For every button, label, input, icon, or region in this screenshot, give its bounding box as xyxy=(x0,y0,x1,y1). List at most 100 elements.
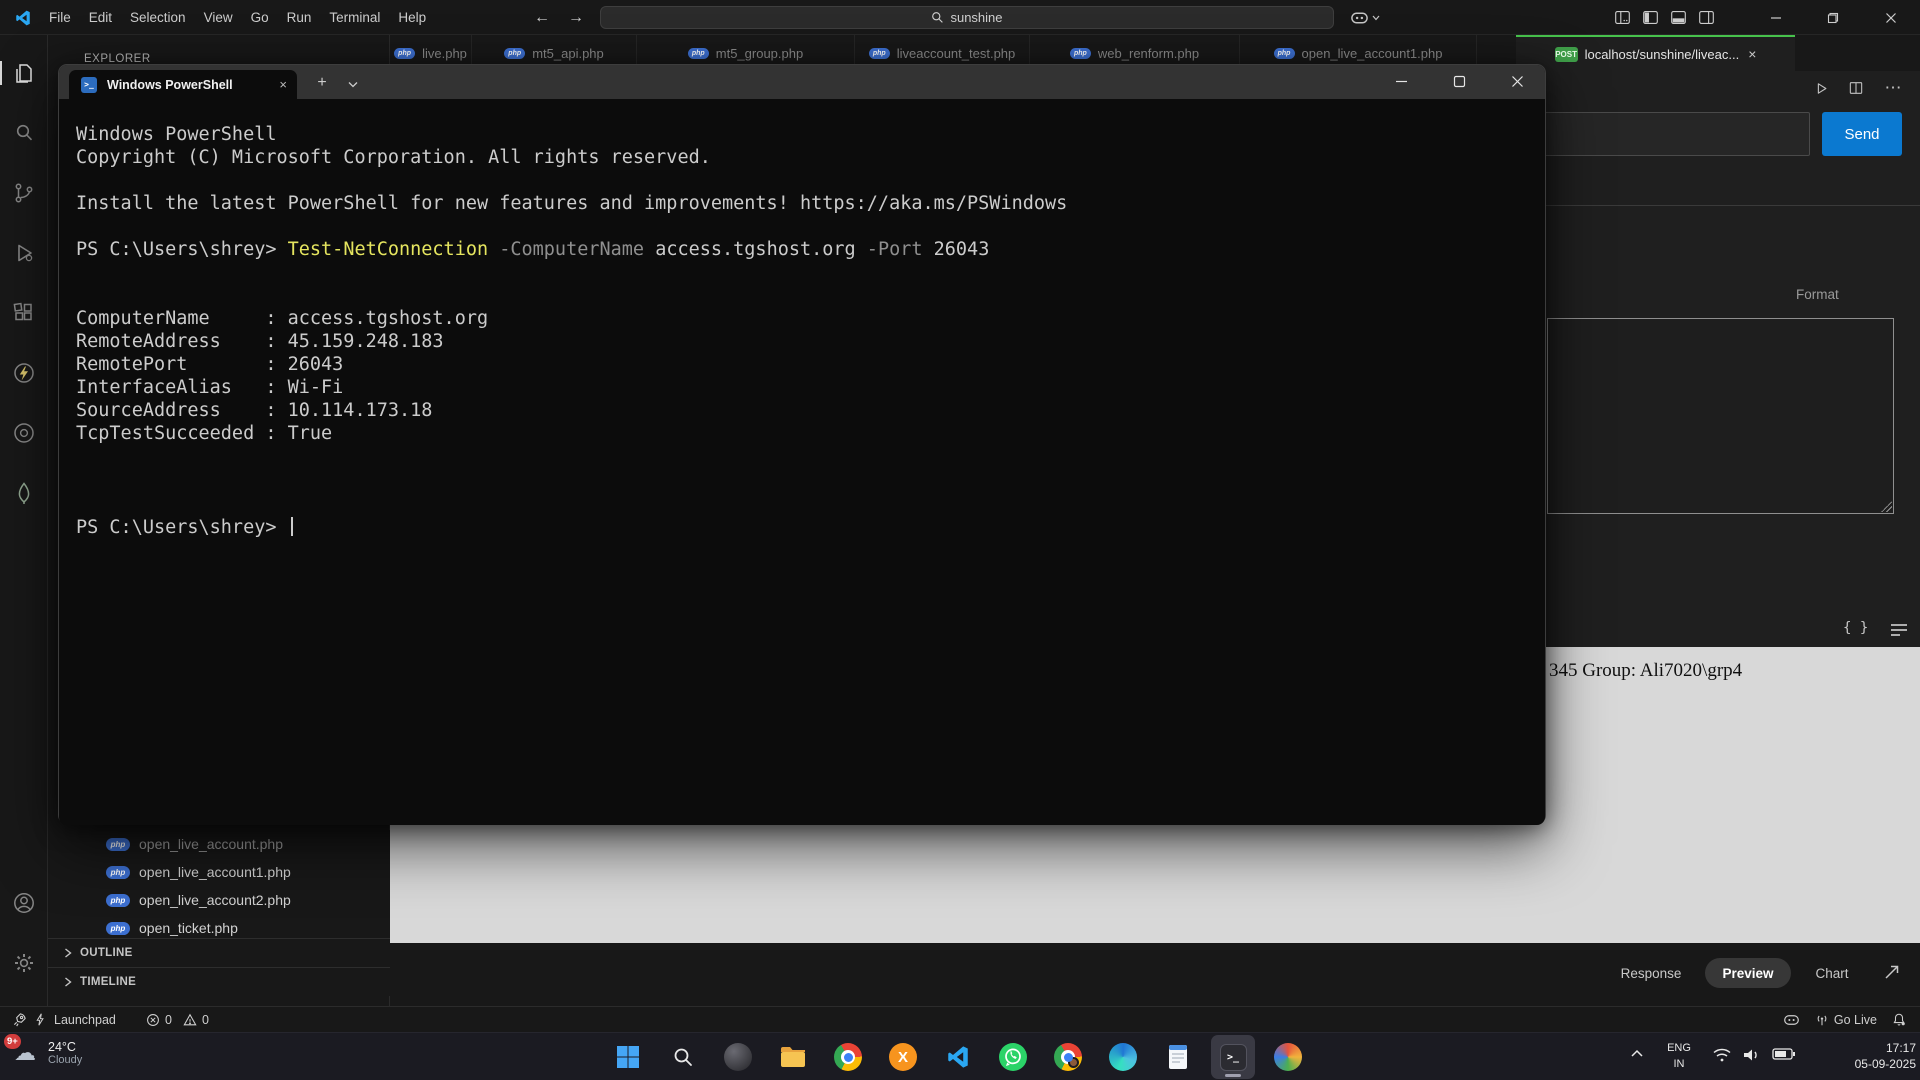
outline-section-header[interactable]: OUTLINE xyxy=(48,938,390,967)
customize-layout-icon[interactable] xyxy=(1614,9,1631,26)
more-actions-icon[interactable]: ⋯ xyxy=(1882,77,1904,99)
sidebar-item-accounts[interactable] xyxy=(0,879,48,927)
toggle-primary-sidebar-icon[interactable] xyxy=(1642,9,1659,26)
window-close-button[interactable] xyxy=(1861,0,1920,35)
terminal-minimize-button[interactable] xyxy=(1378,65,1425,98)
taskbar-chrome-profile[interactable] xyxy=(1046,1035,1090,1079)
terminal-content[interactable]: Windows PowerShell Copyright (C) Microso… xyxy=(59,99,1545,825)
terminal-blank-line xyxy=(76,215,1545,238)
sidebar-item-source-control[interactable] xyxy=(0,169,48,217)
taskbar-vscode[interactable] xyxy=(936,1035,980,1079)
file-item-open-live-account2[interactable]: php open_live_account2.php xyxy=(48,886,390,914)
sidebar-item-extensions[interactable] xyxy=(0,289,48,337)
menu-run[interactable]: Run xyxy=(278,0,321,35)
go-live-button[interactable]: Go Live xyxy=(1815,1013,1877,1027)
tab-preview-active[interactable]: Preview xyxy=(1705,958,1791,988)
sidebar-item-search[interactable] xyxy=(0,109,48,157)
forward-arrow-icon[interactable]: → xyxy=(560,0,592,35)
sidebar-item-explorer[interactable] xyxy=(0,49,48,97)
launchpad-status-item[interactable]: Launchpad xyxy=(12,1007,116,1032)
copilot-button[interactable] xyxy=(1350,7,1394,28)
sidebar-item-settings[interactable] xyxy=(0,939,48,987)
menu-help[interactable]: Help xyxy=(389,0,435,35)
sidebar-item-thunder-client[interactable] xyxy=(0,349,48,397)
toggle-panel-icon[interactable] xyxy=(1670,9,1687,26)
volume-icon[interactable] xyxy=(1742,1047,1762,1063)
taskbar-xampp[interactable]: X xyxy=(881,1035,925,1079)
toggle-secondary-sidebar-icon[interactable] xyxy=(1698,9,1715,26)
expand-response-icon[interactable] xyxy=(1882,962,1902,982)
file-item-open-live-account[interactable]: php open_live_account.php xyxy=(48,830,390,858)
taskbar-notepad[interactable] xyxy=(1156,1035,1200,1079)
taskbar-start-button[interactable] xyxy=(606,1035,650,1079)
back-arrow-icon[interactable]: ← xyxy=(526,0,558,35)
wifi-icon[interactable] xyxy=(1712,1047,1732,1063)
menu-go[interactable]: Go xyxy=(242,0,278,35)
tab-chart[interactable]: Chart xyxy=(1800,958,1864,988)
sidebar-item-mongodb[interactable] xyxy=(0,469,48,517)
menu-view[interactable]: View xyxy=(195,0,242,35)
menu-selection[interactable]: Selection xyxy=(121,0,195,35)
tray-clock[interactable]: 17:17 05-09-2025 xyxy=(1806,1040,1916,1072)
language-line1: ENG xyxy=(1660,1040,1698,1056)
problems-status-item[interactable]: 0 0 xyxy=(146,1007,209,1032)
terminal-update-line: Install the latest PowerShell for new fe… xyxy=(76,192,1545,215)
powershell-window[interactable]: >_ Windows PowerShell × + Windows PowerS… xyxy=(58,64,1546,824)
taskbar-colorful-app[interactable] xyxy=(1266,1035,1310,1079)
bell-icon[interactable] xyxy=(1892,1012,1906,1027)
file-item-open-live-account1[interactable]: php open_live_account1.php xyxy=(48,858,390,886)
menu-edit[interactable]: Edit xyxy=(80,0,121,35)
tab-close-icon[interactable]: × xyxy=(1748,46,1756,62)
command-center-search[interactable]: sunshine xyxy=(600,6,1334,29)
weather-widget[interactable]: ☁ 9+ 24°C Cloudy xyxy=(10,1038,82,1068)
window-restore-button[interactable] xyxy=(1804,0,1861,35)
terminal-close-button[interactable] xyxy=(1494,65,1541,98)
send-button[interactable]: Send xyxy=(1822,112,1902,156)
terminal-prompt-line: PS C:\Users\shrey> xyxy=(76,514,1545,537)
taskbar-edge[interactable] xyxy=(1101,1035,1145,1079)
taskbar-search-button[interactable] xyxy=(661,1035,705,1079)
tab-localhost-sunshine-active[interactable]: POST localhost/sunshine/liveac... × xyxy=(1516,35,1795,71)
weather-condition: Cloudy xyxy=(48,1054,82,1066)
taskbar-terminal-active[interactable]: >_ xyxy=(1211,1035,1255,1079)
json-braces-icon[interactable]: { } xyxy=(1843,620,1868,636)
copilot-status-icon[interactable] xyxy=(1783,1013,1800,1027)
terminal-param: -Port xyxy=(856,239,934,260)
timeline-section-header[interactable]: TIMELINE xyxy=(48,967,390,996)
powershell-tab[interactable]: >_ Windows PowerShell × xyxy=(69,70,297,99)
request-body-textarea[interactable] xyxy=(1547,318,1894,514)
edge-icon xyxy=(1109,1043,1137,1071)
taskbar-dark-circle-app[interactable] xyxy=(716,1035,760,1079)
file-label: open_live_account2.php xyxy=(139,892,291,908)
battery-icon[interactable] xyxy=(1772,1047,1796,1061)
tray-language-switcher[interactable]: ENG IN xyxy=(1660,1040,1698,1072)
active-view-indicator xyxy=(0,61,2,85)
powershell-tab-title: Windows PowerShell xyxy=(107,78,279,92)
sidebar-item-run-debug[interactable] xyxy=(0,229,48,277)
menu-file[interactable]: File xyxy=(40,0,80,35)
search-icon xyxy=(931,11,944,24)
tab-close-icon[interactable]: × xyxy=(279,77,287,92)
terminal-maximize-button[interactable] xyxy=(1436,65,1483,98)
taskbar-file-explorer[interactable] xyxy=(771,1035,815,1079)
dark-circle-app-icon xyxy=(724,1043,752,1071)
tab-dropdown-icon[interactable] xyxy=(343,74,363,94)
split-editor-icon[interactable] xyxy=(1845,77,1867,99)
tray-show-hidden-icons[interactable] xyxy=(1630,1049,1644,1058)
sidebar-item-circle-app[interactable] xyxy=(0,409,48,457)
new-tab-button[interactable]: + xyxy=(309,70,335,96)
window-minimize-button[interactable] xyxy=(1747,0,1804,35)
run-request-icon[interactable] xyxy=(1810,77,1832,99)
php-file-icon: php xyxy=(1274,48,1295,59)
taskbar-whatsapp[interactable] xyxy=(991,1035,1035,1079)
taskbar-chrome[interactable] xyxy=(826,1035,870,1079)
word-wrap-icon[interactable] xyxy=(1890,623,1908,637)
menu-terminal[interactable]: Terminal xyxy=(320,0,389,35)
powershell-titlebar[interactable]: >_ Windows PowerShell × + xyxy=(59,65,1545,99)
tab-response[interactable]: Response xyxy=(1606,958,1696,988)
notification-count-badge: 9+ xyxy=(4,1034,21,1049)
tab-label: mt5_group.php xyxy=(716,46,803,61)
whatsapp-icon xyxy=(999,1043,1027,1071)
format-label[interactable]: Format xyxy=(1796,287,1896,302)
outline-label: OUTLINE xyxy=(80,947,133,959)
